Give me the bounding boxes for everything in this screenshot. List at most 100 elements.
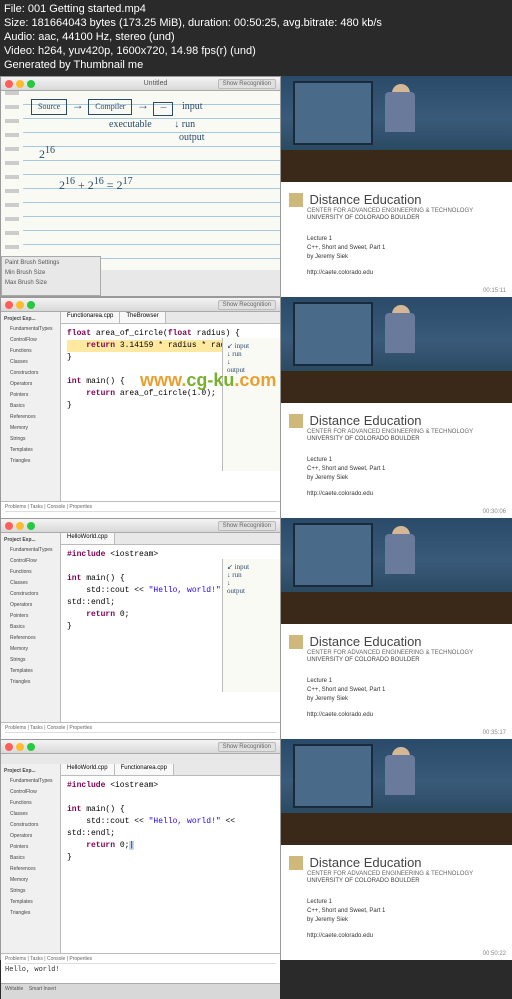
project-explorer[interactable]: Project Exp... FundamentalTypes ControlF…	[1, 533, 61, 722]
sidebar-item[interactable]: Basics	[4, 401, 57, 412]
projector-screen	[293, 744, 374, 808]
sidebar-item[interactable]: Constructors	[4, 820, 57, 831]
sidebar-item[interactable]: Templates	[4, 897, 57, 908]
sidebar-item[interactable]: FundamentalTypes	[4, 324, 57, 335]
maximize-icon[interactable]	[27, 80, 35, 88]
sidebar-item[interactable]: Basics	[4, 622, 57, 633]
console-tabs[interactable]: Problems | Tasks | Console | Properties	[5, 504, 276, 512]
sidebar-item[interactable]: ControlFlow	[4, 787, 57, 798]
cu-logo-icon	[289, 856, 303, 870]
lecturer-body	[385, 534, 415, 574]
sidebar-item[interactable]: Operators	[4, 831, 57, 842]
sidebar-item[interactable]: References	[4, 633, 57, 644]
notebook-canvas[interactable]: Source → Compiler → ⎯⎯ input executable …	[1, 91, 280, 270]
show-recognition-button[interactable]: Show Recognition	[218, 742, 276, 752]
lecture-info: Lecture 1 C++, Short and Sweet, Part 1 b…	[307, 898, 504, 925]
close-icon[interactable]	[5, 80, 13, 88]
close-icon[interactable]	[5, 301, 13, 309]
sidebar-item[interactable]: Templates	[4, 445, 57, 456]
sidebar-item[interactable]: Memory	[4, 423, 57, 434]
traffic-lights	[5, 80, 35, 88]
sidebar-item[interactable]: Templates	[4, 666, 57, 677]
sidebar-item[interactable]: Classes	[4, 357, 57, 368]
tab-functionarea[interactable]: Functionarea.cpp	[61, 312, 120, 323]
sidebar-item[interactable]: FundamentalTypes	[4, 545, 57, 556]
console-tabs[interactable]: Problems | Tasks | Console | Properties	[5, 956, 276, 964]
mini-notebook-overlay: ↙ input ↓ run ↓ output	[222, 559, 280, 692]
file-line: File: 001 Getting started.mp4	[4, 2, 382, 16]
console-tabs[interactable]: Problems | Tasks | Console | Properties	[5, 725, 276, 733]
sidebar-item[interactable]: Triangles	[4, 456, 57, 467]
de-university: UNIVERSITY OF COLORADO BOULDER	[307, 436, 504, 442]
sidebar-item[interactable]: Basics	[4, 853, 57, 864]
sidebar-item[interactable]: Functions	[4, 798, 57, 809]
projector-screen	[293, 302, 374, 366]
maximize-icon[interactable]	[27, 522, 35, 530]
traffic-lights-3	[5, 522, 35, 530]
code-editor[interactable]: HelloWorld.cpp Functionarea.cpp #include…	[61, 764, 280, 953]
classroom-video	[281, 76, 512, 182]
sidebar-item[interactable]: Memory	[4, 875, 57, 886]
sidebar-item[interactable]: Pointers	[4, 390, 57, 401]
tab-helloworld[interactable]: HelloWorld.cpp	[61, 533, 115, 544]
minimize-icon[interactable]	[16, 80, 24, 88]
de-subtitle: CENTER FOR ADVANCED ENGINEERING & TECHNO…	[307, 871, 504, 877]
project-explorer[interactable]: Project Exp... FundamentalTypes ControlF…	[1, 764, 61, 953]
sidebar-item[interactable]: Functions	[4, 567, 57, 578]
projector-screen	[293, 81, 374, 145]
maximize-icon[interactable]	[27, 743, 35, 751]
de-title: Distance Education	[310, 634, 422, 649]
sidebar-item[interactable]: Constructors	[4, 589, 57, 600]
tab-browser[interactable]: TheBrowser	[120, 312, 165, 323]
sidebar-item[interactable]: Memory	[4, 644, 57, 655]
sidebar-item[interactable]: Triangles	[4, 908, 57, 919]
code-text[interactable]: #include <iostream> int main() { std::co…	[61, 776, 280, 868]
title-card-2: Distance Education CENTER FOR ADVANCED E…	[281, 403, 512, 518]
window-title: Untitled	[144, 80, 168, 87]
sidebar-item[interactable]: ControlFlow	[4, 556, 57, 567]
status-bar: Writable Smart Insert	[1, 983, 280, 999]
close-icon[interactable]	[5, 522, 13, 530]
minimize-icon[interactable]	[16, 522, 24, 530]
classroom-video	[281, 297, 512, 403]
sidebar-item[interactable]: FundamentalTypes	[4, 776, 57, 787]
sidebar-item[interactable]: ControlFlow	[4, 335, 57, 346]
max-brush-label: Max Brush Size	[5, 280, 97, 286]
lecturer-body	[385, 755, 415, 795]
sidebar-item[interactable]: Operators	[4, 379, 57, 390]
tab-functionarea[interactable]: Functionarea.cpp	[115, 764, 174, 775]
lecture-panel-2: Distance Education CENTER FOR ADVANCED E…	[281, 297, 512, 518]
sidebar-item[interactable]: References	[4, 864, 57, 875]
show-recognition-button[interactable]: Show Recognition	[218, 300, 276, 310]
podium-desk	[281, 813, 512, 845]
show-recognition-button[interactable]: Show Recognition	[218, 521, 276, 531]
sidebar-item[interactable]: Classes	[4, 809, 57, 820]
sidebar-item[interactable]: References	[4, 412, 57, 423]
tab-helloworld[interactable]: HelloWorld.cpp	[61, 764, 115, 775]
project-explorer[interactable]: Project Exp... FundamentalTypes ControlF…	[1, 312, 61, 501]
sidebar-item[interactable]: Triangles	[4, 677, 57, 688]
de-subtitle: CENTER FOR ADVANCED ENGINEERING & TECHNO…	[307, 208, 504, 214]
maximize-icon[interactable]	[27, 301, 35, 309]
code-editor[interactable]: HelloWorld.cpp #include <iostream> int m…	[61, 533, 280, 722]
podium-desk	[281, 592, 512, 624]
sidebar-item[interactable]: Operators	[4, 600, 57, 611]
cu-logo-icon	[289, 635, 303, 649]
minimize-icon[interactable]	[16, 743, 24, 751]
lecture-info: Lecture 1 C++, Short and Sweet, Part 1 b…	[307, 677, 504, 704]
sidebar-item[interactable]: Constructors	[4, 368, 57, 379]
close-icon[interactable]	[5, 743, 13, 751]
sidebar-item[interactable]: Functions	[4, 346, 57, 357]
code-editor[interactable]: Functionarea.cpp TheBrowser float area_o…	[61, 312, 280, 501]
de-title: Distance Education	[310, 413, 422, 428]
sidebar-item[interactable]: Strings	[4, 434, 57, 445]
sidebar-item[interactable]: Strings	[4, 886, 57, 897]
sidebar-item[interactable]: Pointers	[4, 842, 57, 853]
sidebar-item[interactable]: Classes	[4, 578, 57, 589]
audio-line: Audio: aac, 44100 Hz, stereo (und)	[4, 30, 382, 44]
console-panel[interactable]: Problems | Tasks | Console | Properties …	[1, 953, 280, 983]
sidebar-item[interactable]: Strings	[4, 655, 57, 666]
minimize-icon[interactable]	[16, 301, 24, 309]
sidebar-item[interactable]: Pointers	[4, 611, 57, 622]
show-recognition-button[interactable]: Show Recognition	[218, 79, 276, 89]
